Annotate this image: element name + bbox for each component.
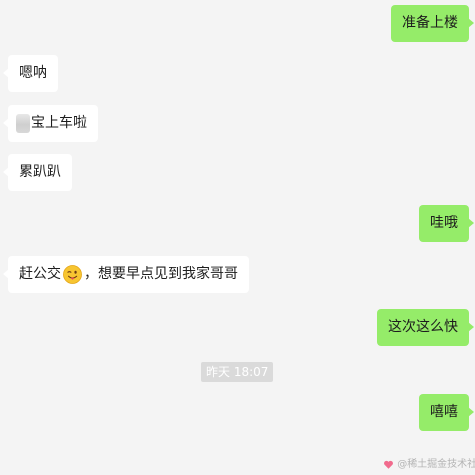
message-text: 哇哦 (430, 215, 458, 231)
message-bubble-received[interactable]: 宝上车啦 (3, 105, 98, 142)
message-text: 嗯呐 (19, 65, 47, 81)
watermark-text: @稀土掘金技术社区 (397, 459, 475, 470)
sticker-thumbnail-icon (16, 113, 30, 133)
winking-face-with-tongue-emoji-icon (63, 264, 82, 284)
heart-icon (384, 460, 393, 469)
message-text: 宝上车啦 (31, 115, 87, 131)
chat-thread: 准备上楼 嗯呐 宝上车啦 累趴趴 哇哦 赶公交 ，想要早点见到我家哥哥 这次这么… (0, 0, 475, 475)
message-text-before-emoji: 赶公交 (19, 266, 61, 282)
message-bubble-received[interactable]: 累趴趴 (3, 154, 72, 191)
message-bubble-sent[interactable]: 这次这么快 (377, 309, 474, 346)
message-text: 累趴趴 (19, 164, 61, 180)
message-bubble-received[interactable]: 嗯呐 (3, 55, 58, 92)
message-text: 嘻嘻 (430, 404, 458, 420)
message-bubble-received[interactable]: 赶公交 ，想要早点见到我家哥哥 (3, 256, 249, 293)
watermark: @稀土掘金技术社区 (383, 458, 475, 472)
timestamp-divider: 昨天 18:07 (201, 362, 274, 382)
message-text: 这次这么快 (388, 319, 458, 335)
message-bubble-sent[interactable]: 嘻嘻 (419, 394, 474, 431)
message-text: 准备上楼 (402, 15, 458, 31)
message-text-after-emoji: ，想要早点见到我家哥哥 (84, 266, 238, 282)
message-bubble-sent[interactable]: 准备上楼 (391, 5, 474, 42)
message-bubble-sent[interactable]: 哇哦 (419, 205, 474, 242)
